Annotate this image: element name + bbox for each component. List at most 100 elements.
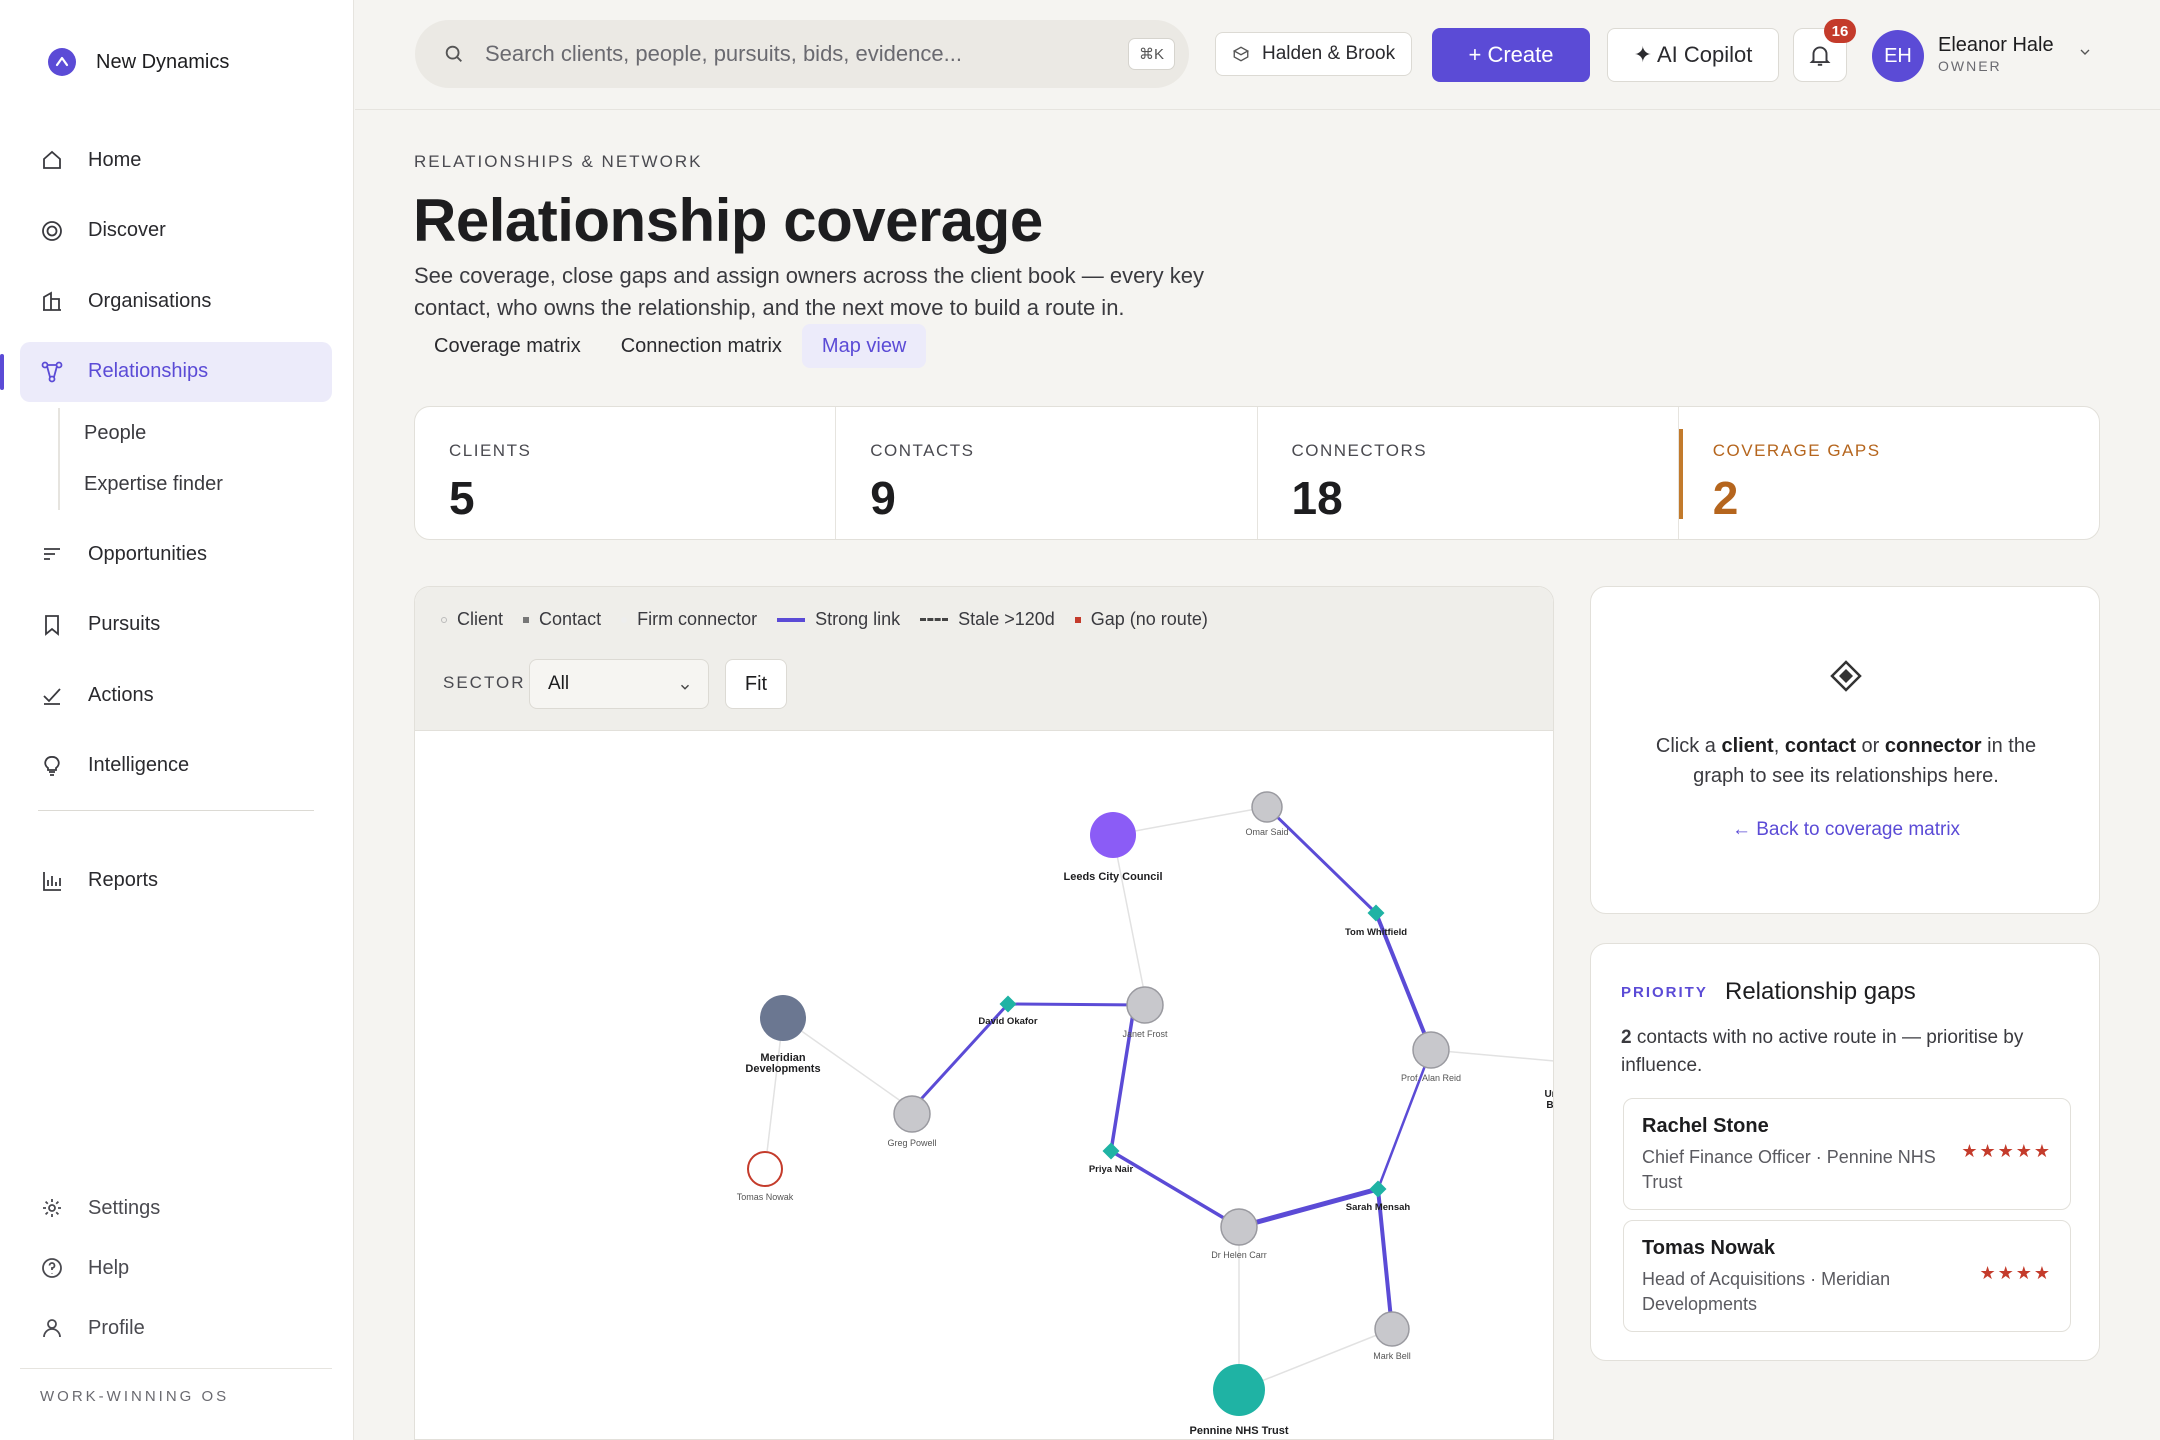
stat-coverage-gaps[interactable]: COVERAGE GAPS 2: [1678, 407, 2099, 539]
influence-stars: ★★★★: [1979, 1263, 2052, 1283]
stat-label: COVERAGE GAPS: [1712, 441, 1881, 460]
contact-node-janet[interactable]: [1126, 986, 1164, 1024]
strong-edge: [1109, 999, 1137, 1153]
sidebar-item-label: Pursuits: [88, 613, 161, 635]
legend-label: Client: [457, 609, 504, 629]
stat-value: 9: [870, 472, 896, 524]
node-label: Pennine NHS Trust: [1189, 1425, 1288, 1437]
fit-button[interactable]: Fit: [725, 659, 787, 709]
sidebar-item-label: Profile: [88, 1316, 145, 1339]
contact-node-helen[interactable]: [1220, 1208, 1258, 1246]
sidebar-item-discover[interactable]: Discover: [20, 201, 332, 261]
tab-coverage-matrix[interactable]: Coverage matrix: [414, 324, 601, 368]
brand[interactable]: New Dynamics: [48, 48, 229, 76]
sidebar-item-relationships[interactable]: Relationships: [0, 341, 332, 402]
gaps-description: 2 contacts with no active route in — pri…: [1621, 1024, 2081, 1080]
sidebar-item-home[interactable]: Home: [20, 130, 332, 190]
edge: [1112, 834, 1146, 997]
legend-label: Stale >120d: [958, 609, 1055, 629]
connector-node-sarah[interactable]: [1369, 1180, 1387, 1198]
strong-edge: [1376, 1048, 1433, 1191]
bottom-nav: Settings Help Profile: [20, 1180, 332, 1360]
stat-connectors[interactable]: CONNECTORS 18: [1258, 407, 1679, 539]
gap-list-item[interactable]: Rachel Stone Chief Finance Officer · Pen…: [1623, 1098, 2071, 1210]
app-tagline: WORK-WINNING OS: [40, 1388, 230, 1405]
sidebar-item-label: Actions: [88, 683, 154, 706]
legend-label: Firm connector: [637, 609, 758, 629]
detail-emphasis: client: [1721, 735, 1774, 757]
node-label: Leeds City Council: [1063, 871, 1162, 883]
node-label: Ur: [1544, 1089, 1554, 1100]
node-label: Developments: [745, 1063, 820, 1075]
client-node-meridian[interactable]: [760, 995, 806, 1041]
node-label: Janet Frost: [1122, 1029, 1168, 1039]
view-tabs: Coverage matrix Connection matrix Map vi…: [414, 324, 927, 368]
contact-node-mark[interactable]: [1374, 1311, 1410, 1347]
node-label: Tomas Nowak: [737, 1192, 794, 1202]
sidebar-item-settings[interactable]: Settings: [20, 1180, 332, 1236]
create-button[interactable]: + Create: [1432, 28, 1590, 82]
strong-edges: [910, 805, 1433, 1331]
sidebar-item-opportunities[interactable]: Opportunities: [20, 524, 332, 584]
avatar[interactable]: EH: [1872, 30, 1924, 82]
workspace-switcher[interactable]: Halden & Brook: [1215, 32, 1413, 76]
tab-connection-matrix[interactable]: Connection matrix: [601, 324, 802, 368]
legend-label: Contact: [539, 609, 602, 629]
gap-contact-name: Rachel Stone: [1642, 1115, 1769, 1137]
sidebar-item-profile[interactable]: Profile: [20, 1300, 332, 1356]
box-icon: [1232, 46, 1250, 62]
search-input[interactable]: [485, 41, 1105, 67]
gaps-eyebrow: PRIORITY: [1621, 984, 1708, 1001]
node-label: B: [1546, 1100, 1553, 1111]
contact-node-omar[interactable]: [1251, 791, 1283, 823]
check-icon: [43, 688, 61, 705]
stat-value: 18: [1291, 472, 1343, 524]
client-node-pennine[interactable]: [1213, 1364, 1265, 1416]
sidebar-subitem-expertise-finder[interactable]: Expertise finder: [60, 459, 332, 510]
relationship-graph[interactable]: Leeds City Council Omar Said Tom Whitfie…: [415, 731, 1554, 1440]
sidebar: New Dynamics Home Discover Organisations…: [0, 0, 354, 1440]
sidebar-item-reports[interactable]: Reports: [20, 851, 332, 911]
global-search[interactable]: ⌘K: [415, 20, 1189, 88]
tab-map-view[interactable]: Map view: [801, 324, 927, 368]
gap-swatch: [1074, 616, 1081, 623]
stat-clients[interactable]: CLIENTS 5: [415, 407, 837, 539]
gap-list-item[interactable]: Tomas Nowak Head of Acquisitions · Merid…: [1623, 1220, 2071, 1332]
detail-text: Click a: [1655, 735, 1716, 757]
sidebar-item-pursuits[interactable]: Pursuits: [20, 595, 332, 655]
sidebar-item-organisations[interactable]: Organisations: [20, 271, 332, 331]
sidebar-item-help[interactable]: Help: [20, 1240, 332, 1296]
client-node-leeds[interactable]: [1090, 812, 1136, 858]
bell-icon: [1809, 46, 1831, 66]
notifications-button[interactable]: 16: [1793, 19, 1856, 82]
sidebar-item-label: Reports: [88, 869, 159, 891]
page-title: Relationship coverage: [413, 187, 1043, 254]
stats-bar: CLIENTS 5 CONTACTS 9 CONNECTORS 18 COVER…: [414, 406, 2100, 540]
client-swatch: [441, 616, 447, 623]
stat-value: 5: [449, 472, 475, 524]
gear-icon: [43, 1199, 61, 1217]
chevron-down-icon[interactable]: [2077, 44, 2093, 60]
gap-node-tomas[interactable]: [747, 1151, 783, 1187]
node-label: Omar Said: [1245, 827, 1288, 837]
node-detail-panel: Click a client, contact or connector in …: [1590, 586, 2100, 914]
contact-node-alan[interactable]: [1412, 1031, 1450, 1069]
chevron-down-icon: [681, 684, 689, 690]
sidebar-subitem-people[interactable]: People: [60, 408, 332, 459]
sidebar-item-label: Organisations: [88, 289, 212, 312]
sidebar-item-intelligence[interactable]: Intelligence: [20, 736, 332, 796]
contact-node-greg[interactable]: [893, 1095, 931, 1133]
sector-select[interactable]: All: [529, 659, 709, 709]
strong-edge: [1006, 1002, 1147, 1007]
ai-copilot-button[interactable]: ✦ AI Copilot: [1607, 28, 1779, 82]
back-to-coverage-matrix-link[interactable]: ← Back to coverage matrix: [1591, 819, 2101, 841]
gaps-title: Relationship gaps: [1725, 978, 1916, 1005]
node-label: Priya Nair: [1089, 1164, 1134, 1175]
home-icon: [43, 150, 61, 169]
user-name[interactable]: Eleanor Hale: [1938, 34, 2054, 57]
sidebar-item-actions[interactable]: Actions: [20, 665, 332, 725]
target-icon: [42, 220, 62, 241]
stat-contacts[interactable]: CONTACTS 9: [836, 407, 1258, 539]
connector-node-priya[interactable]: [1102, 1142, 1120, 1160]
sidebar-item-label: Home: [88, 148, 142, 171]
